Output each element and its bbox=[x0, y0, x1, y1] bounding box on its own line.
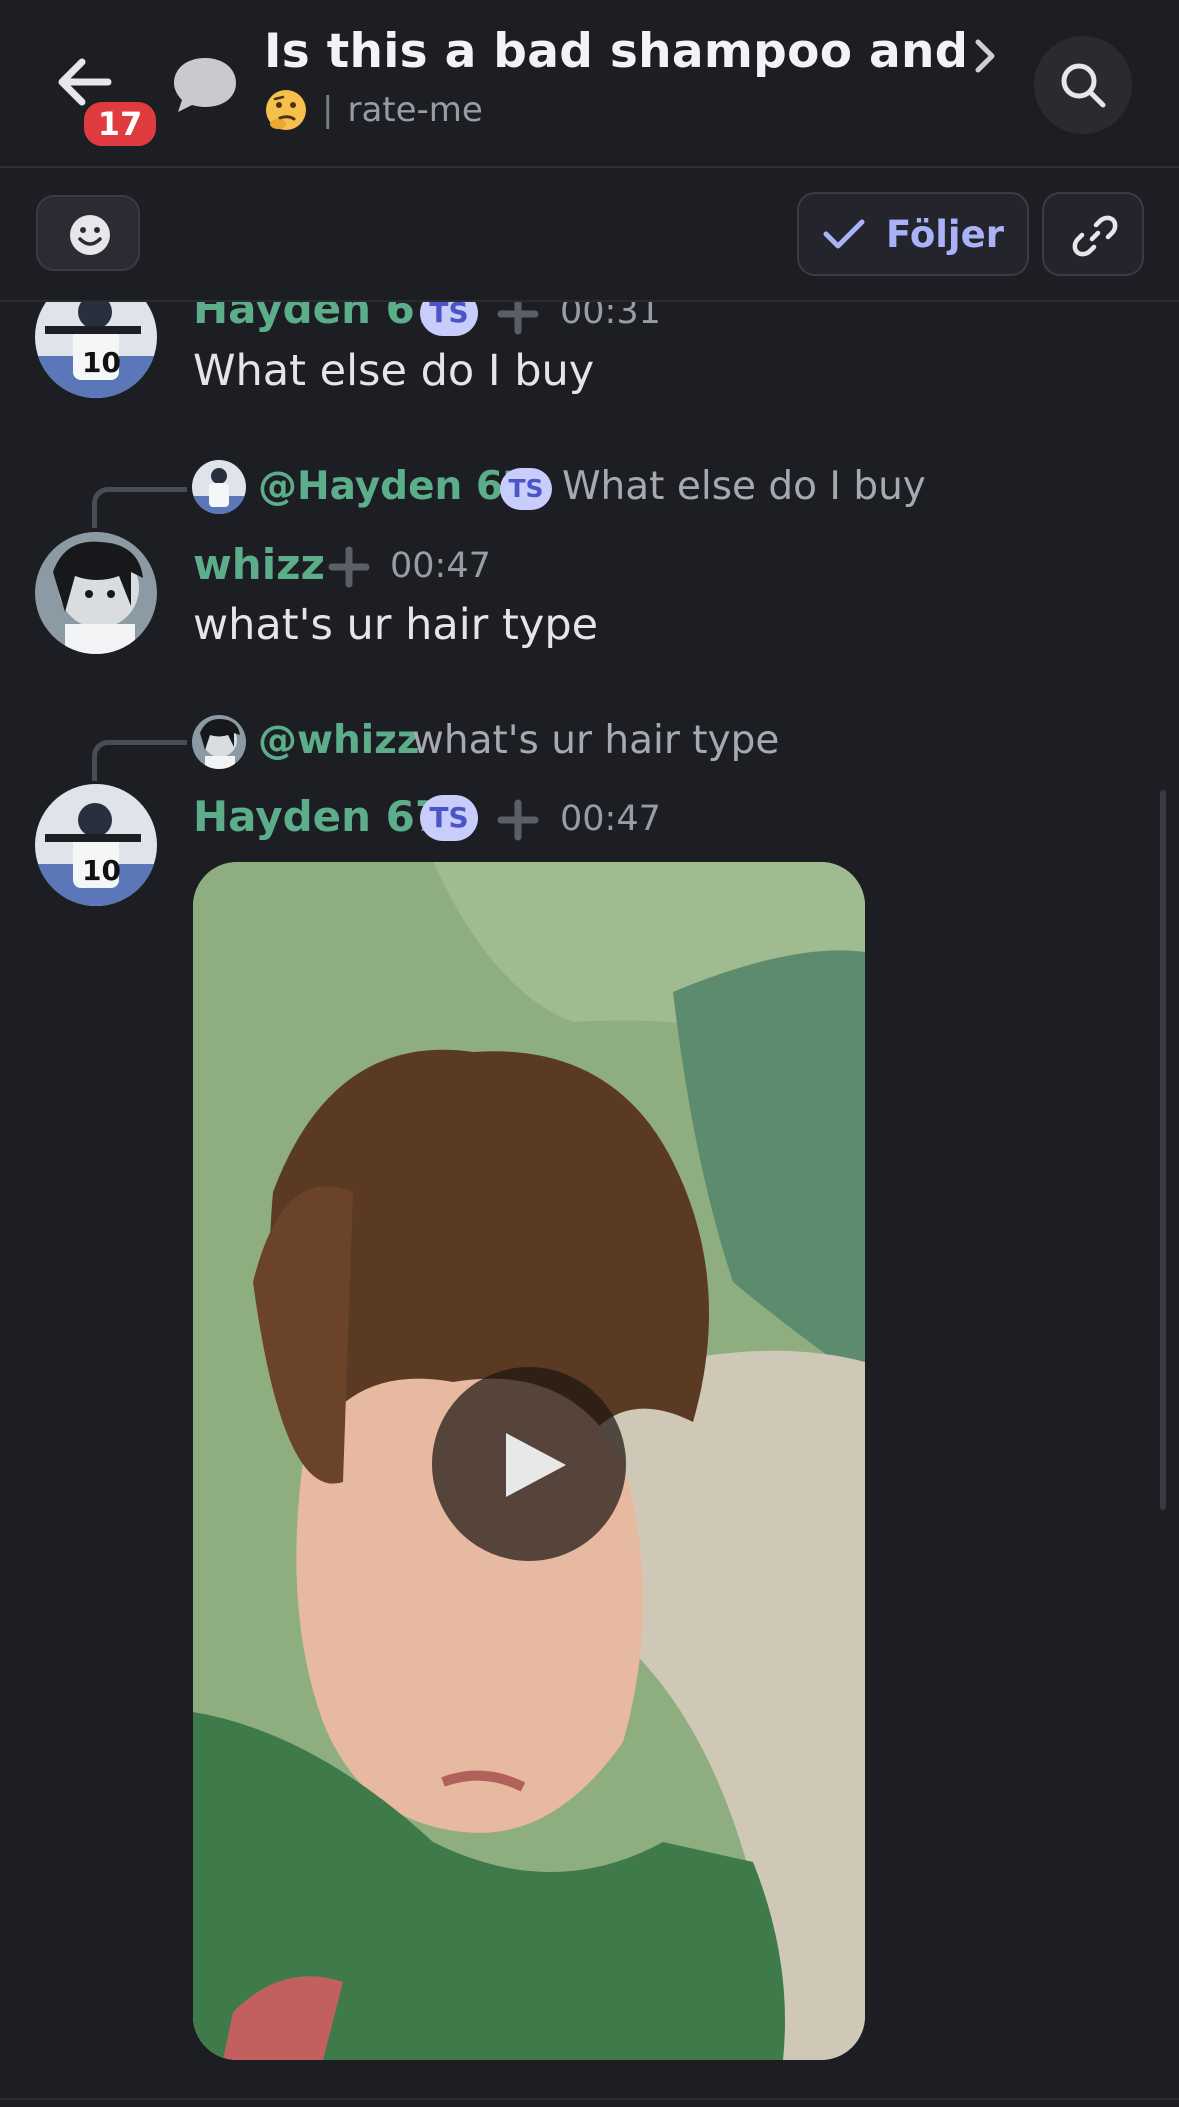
emoji-button[interactable] bbox=[36, 195, 140, 271]
play-icon bbox=[506, 1433, 566, 1497]
message-time: 00:47 bbox=[390, 546, 491, 586]
reply-author[interactable]: @whizz bbox=[258, 718, 420, 763]
message-list[interactable]: 10 Hayden 67 TS 00:31 What else do I buy… bbox=[0, 302, 1179, 2107]
avatar-hayden[interactable]: 10 bbox=[35, 784, 157, 906]
message-author[interactable]: Hayden 67 bbox=[193, 792, 444, 841]
message-author[interactable]: Hayden 67 bbox=[193, 302, 444, 333]
message-time: 00:47 bbox=[560, 799, 661, 839]
thread-bubble-icon bbox=[170, 52, 240, 118]
emoji-icon bbox=[70, 215, 110, 255]
link-icon bbox=[1072, 215, 1118, 257]
avatar-whizz[interactable] bbox=[35, 532, 157, 654]
message-text: what's ur hair type bbox=[193, 600, 599, 650]
avatar-hayden[interactable]: 10 bbox=[35, 302, 157, 398]
message-text: What else do I buy bbox=[193, 346, 595, 396]
subtitle-separator: | bbox=[322, 90, 334, 130]
unread-badge: 17 bbox=[80, 98, 160, 150]
checkmark-icon bbox=[823, 219, 865, 249]
thread-toolbar: Följer bbox=[0, 168, 1179, 302]
divider bbox=[0, 2098, 1179, 2100]
thinking-face-icon bbox=[266, 90, 306, 130]
follow-label: Följer bbox=[886, 212, 1004, 256]
role-tag: TS bbox=[420, 302, 478, 336]
reply-preview-text[interactable]: What else do I buy bbox=[562, 464, 926, 509]
reply-avatar-whizz bbox=[192, 715, 246, 769]
plus-icon bbox=[328, 546, 370, 588]
message-author[interactable]: whizz bbox=[193, 540, 325, 589]
channel-name[interactable]: rate-me bbox=[347, 90, 482, 130]
scrollbar[interactable] bbox=[1160, 790, 1166, 1510]
search-button[interactable] bbox=[1034, 36, 1132, 134]
reply-author[interactable]: @Hayden 67 bbox=[258, 464, 530, 509]
plus-icon bbox=[497, 302, 539, 335]
svg-text:10: 10 bbox=[82, 346, 121, 379]
play-button[interactable] bbox=[432, 1367, 626, 1561]
reply-role-tag: TS bbox=[500, 468, 552, 510]
follow-button[interactable]: Följer bbox=[797, 192, 1029, 276]
message-time: 00:31 bbox=[560, 302, 661, 332]
copy-link-button[interactable] bbox=[1042, 192, 1144, 276]
thread-header: 17 Is this a bad shampoo and c... | rate… bbox=[0, 0, 1179, 168]
reply-avatar-hayden bbox=[192, 460, 246, 514]
svg-text:10: 10 bbox=[82, 854, 121, 887]
reply-connector bbox=[92, 487, 187, 528]
reply-connector bbox=[92, 740, 187, 781]
chevron-right-icon[interactable] bbox=[970, 36, 1000, 76]
reply-preview-text[interactable]: what's ur hair type bbox=[412, 718, 779, 763]
thread-subtitle: | rate-me bbox=[264, 88, 483, 132]
role-tag: TS bbox=[420, 795, 478, 841]
plus-icon bbox=[497, 799, 539, 841]
thread-title[interactable]: Is this a bad shampoo and c... bbox=[264, 24, 964, 79]
search-icon bbox=[1061, 63, 1106, 108]
video-attachment[interactable] bbox=[193, 862, 865, 2060]
